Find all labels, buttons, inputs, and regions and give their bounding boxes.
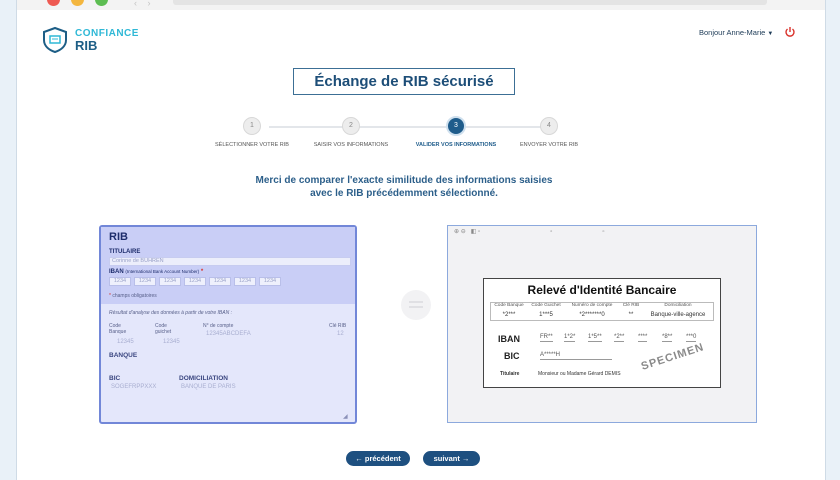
rib-value-cle-rib: ** [628,312,634,318]
iban-label: IBAN [109,269,124,275]
rib-header-numero-compte: Numéro de compte [571,303,613,308]
cle-rib-value: 12 [337,331,344,337]
iban-block-5[interactable]: 1234 [209,277,231,286]
specimen-watermark: SPECIMEN [639,341,706,373]
iban-block-4[interactable]: 1234 [184,277,206,286]
rib-iban-block-3: 1*5** [588,334,602,342]
rib-iban-block-6: *8** [662,334,673,342]
power-icon[interactable] [784,25,796,43]
maximize-window-icon[interactable] [95,0,108,6]
rib-header-code-guichet: Code Guichet [531,303,561,308]
rib-titulaire-label: Titulaire [500,371,520,377]
browser-nav-arrows-icon[interactable]: ‹ › [134,0,155,8]
iban-sublabel: (International Bank Account Number) [125,269,200,274]
rib-document: Relevé d'Identité Bancaire Code Banque C… [483,278,721,388]
instruction-line2: avec le RIB précédemment sélectionné. [310,188,498,199]
step-4-label: ENVOYER VOTRE RIB [519,142,579,148]
num-compte-label: N° de compte [203,323,234,329]
banque-label: BANQUE [109,352,138,359]
rib-value-domiciliation: Banque-ville-agence [650,312,706,318]
stepper-line [269,126,549,128]
step-1-label: SÉLECTIONNER VOTRE RIB [215,142,289,148]
shield-icon [43,26,67,54]
analysis-note: Résultat d'analyse des données à partir … [109,310,232,316]
arrow-left-icon: ← [355,454,363,463]
logo-line2: RIB [75,38,98,53]
code-banque-label: Code Banque [109,323,127,335]
previous-button[interactable]: ← précédent [346,451,410,466]
step-1[interactable]: 1 [243,117,261,135]
compare-equals-icon [401,290,431,320]
step-4[interactable]: 4 [540,117,558,135]
rib-bic-label: BIC [504,351,520,361]
close-window-icon[interactable] [47,0,60,6]
iban-block-6[interactable]: 1234 [234,277,256,286]
minimize-window-icon[interactable] [71,0,84,6]
iban-block-7[interactable]: 1234 [259,277,281,286]
caret-down-icon: ▼ [767,31,774,37]
previous-button-label: précédent [364,454,401,463]
rib-iban-label: IBAN [498,334,520,344]
app-window: ‹ › CONFIANCE RIB Bonjour Anne-Marie ▼ É… [16,0,826,480]
bic-value: SOGEFRPPXXX [111,384,157,390]
rib-iban-block-1: FR** [540,334,553,342]
rib-form-panel: RIB TITULAIRE Corinne de BUHREN IBAN (In… [99,225,357,424]
resize-handle-icon[interactable]: ◢ [343,413,348,420]
rib-iban-block-5: **** [638,334,648,342]
rib-document-title: Relevé d'Identité Bancaire [527,283,677,297]
required-note: * champs obligatoires [109,293,157,299]
instruction-text: Merci de comparer l'exacte similitude de… [217,174,591,200]
iban-block-1[interactable]: 1234 [109,277,131,286]
next-button[interactable]: suivant → [423,451,480,466]
user-menu[interactable]: Bonjour Anne-Marie ▼ [699,28,773,37]
titulaire-label: TITULAIRE [109,249,141,255]
iban-block-3[interactable]: 1234 [159,277,181,286]
required-note-text: champs obligatoires [112,293,157,299]
rib-form-title: RIB [109,231,128,243]
step-3-label: VALIDER VOS INFORMATIONS [415,142,497,148]
arrow-right-icon: → [461,454,470,463]
domiciliation-value: BANQUE DE PARIS [181,384,236,390]
iban-label-group: IBAN (International Bank Account Number)… [109,269,203,275]
rib-value-code-banque: *2*** [502,312,516,318]
instruction-line1: Merci de comparer l'exacte similitude de… [255,175,553,186]
step-3[interactable]: 3 [446,116,466,136]
rib-header-code-banque: Code Banque [494,303,524,308]
app-logo[interactable]: CONFIANCE RIB [41,26,138,59]
num-compte-value: 12345ABCDEFA [206,331,251,337]
rib-value-code-guichet: 1***5 [539,312,553,318]
iban-required-mark: * [200,269,204,275]
rib-iban-block-4: *2** [614,334,625,342]
rib-value-numero-compte: *2*******0 [579,312,605,318]
code-guichet-label: Code guichet [155,323,172,335]
browser-top-bar: ‹ › [17,0,825,10]
rib-header-cle-rib: Clé RIB [622,303,640,308]
next-button-label: suivant [433,454,460,463]
step-2[interactable]: 2 [342,117,360,135]
titulaire-input[interactable]: Corinne de BUHREN [109,257,351,266]
domiciliation-label: DOMICILIATION [179,375,228,382]
greeting-text: Bonjour Anne-Marie [699,28,766,37]
code-banque-value: 12345 [117,339,134,345]
rib-bic-value: A*****H [540,351,612,360]
viewer-toolbar[interactable]: ⊕ ⊖ ◧ ▫ ▫ ▫ [454,228,604,235]
code-guichet-value: 12345 [163,339,180,345]
address-bar[interactable] [173,0,767,5]
cle-rib-label: Clé RIB [329,323,347,329]
page-title: Échange de RIB sécurisé [293,68,515,95]
rib-iban-block-7: ***0 [686,334,697,342]
rib-iban-block-2: 1*2* [564,334,576,342]
bic-label: BIC [109,375,121,382]
iban-block-2[interactable]: 1234 [134,277,156,286]
rib-titulaire-value: Monsieur ou Madame Gérard DEMIS [538,371,621,377]
rib-header-domiciliation: Domiciliation [664,303,692,308]
step-2-label: SAISIR VOS INFORMATIONS [313,142,389,148]
